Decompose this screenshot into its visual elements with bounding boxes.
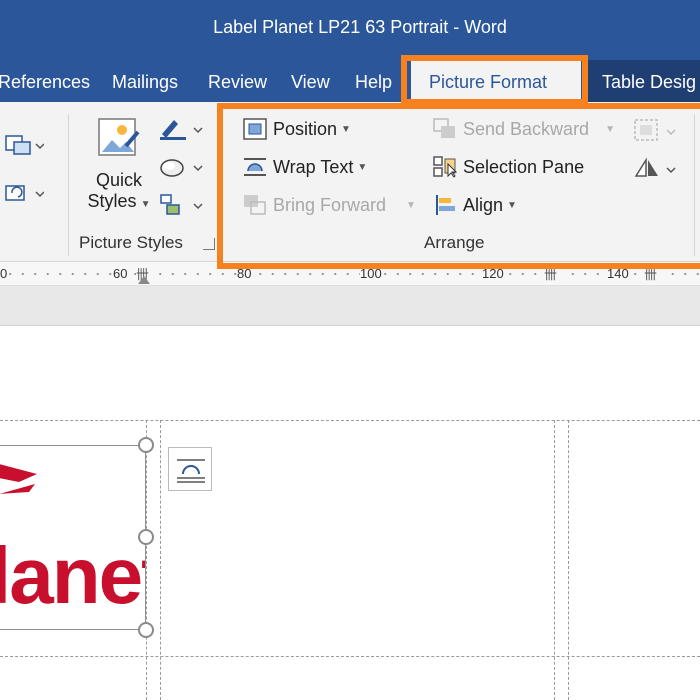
tab-review[interactable]: Review: [208, 60, 267, 102]
wrap-text-label: Wrap Text: [273, 156, 354, 177]
chevron-down-icon: ▼: [605, 123, 615, 135]
chevron-down-icon: ▼: [140, 199, 151, 210]
send-backward-label: Send Backward: [463, 118, 590, 139]
align-label: Align: [463, 194, 504, 215]
horizontal-ruler[interactable]: 0 60 卌 80 100 120 卌 140 卌: [0, 262, 700, 286]
rotate-objects-icon[interactable]: [633, 156, 679, 182]
bring-forward-icon: [243, 194, 267, 216]
tab-mailings[interactable]: Mailings: [112, 60, 178, 102]
ruler-label: 120: [482, 266, 504, 281]
ruler-label: 60: [113, 266, 128, 281]
ruler-ticks: [0, 269, 700, 279]
change-picture-icon[interactable]: [4, 132, 45, 158]
table-gridline: [568, 420, 569, 700]
indent-marker-icon[interactable]: [138, 276, 150, 284]
send-backward-icon: [433, 118, 457, 140]
group-divider: [694, 114, 695, 256]
reset-picture-icon[interactable]: [4, 180, 45, 206]
align-icon: [433, 194, 457, 216]
table-gridline: [0, 420, 700, 421]
ribbon-tabs: References Mailings Review View Help Pic…: [0, 60, 700, 102]
title-bar: Label Planet LP21 63 Portrait - Word: [0, 0, 700, 60]
chevron-down-icon: ▼: [357, 161, 368, 173]
quick-styles-button[interactable]: Quick Styles ▼: [86, 116, 152, 226]
column-marker-icon[interactable]: 卌: [644, 268, 662, 282]
picture-border-icon[interactable]: [158, 116, 204, 142]
selection-pane-button[interactable]: Selection Pane: [433, 156, 584, 178]
selected-picture[interactable]: lanet: [0, 445, 146, 630]
position-icon: [243, 118, 267, 140]
dialog-launcher-icon[interactable]: [203, 238, 215, 250]
ruler-label: 80: [237, 266, 252, 281]
selection-pane-label: Selection Pane: [463, 156, 585, 177]
position-button[interactable]: Position ▼: [243, 118, 351, 140]
logo-swoosh-icon: [0, 464, 37, 494]
align-button[interactable]: Align ▼: [433, 194, 517, 216]
picture-layout-icon[interactable]: [158, 192, 204, 218]
tab-view[interactable]: View: [291, 60, 330, 102]
document-margin-area: [0, 286, 700, 326]
wrap-text-button[interactable]: Wrap Text ▼: [243, 156, 367, 178]
tab-references[interactable]: References: [0, 60, 90, 102]
column-marker-icon[interactable]: 卌: [544, 268, 562, 282]
tab-table-design[interactable]: Table Desig: [588, 60, 700, 102]
logo-text: lanet: [0, 531, 145, 620]
resize-handle[interactable]: [138, 622, 154, 638]
bring-forward-button[interactable]: Bring Forward ▼: [243, 194, 416, 216]
tab-picture-format[interactable]: Picture Format: [411, 60, 581, 102]
ribbon: Quick Styles ▼ Picture Styles Position ▼ W…: [0, 102, 700, 262]
selection-pane-icon: [433, 156, 458, 178]
picture-styles-group-label: Picture Styles: [79, 233, 183, 252]
picture-effects-icon[interactable]: [158, 154, 204, 180]
group-objects-icon[interactable]: [633, 118, 679, 144]
layout-options-icon: [177, 459, 205, 483]
ruler-label: 0: [0, 266, 8, 281]
table-gridline: [146, 420, 147, 700]
chevron-down-icon: ▼: [406, 199, 416, 211]
quick-styles-icon: [96, 116, 142, 162]
table-gridline: [0, 656, 700, 657]
layout-options-button[interactable]: [168, 447, 212, 491]
arrange-group-label: Arrange: [424, 233, 485, 252]
quick-styles-label-2: Styles: [87, 191, 137, 211]
resize-handle[interactable]: [138, 529, 154, 545]
wrap-text-icon: [243, 156, 267, 178]
bring-forward-label: Bring Forward: [273, 194, 387, 215]
ruler-label: 100: [360, 266, 382, 281]
quick-styles-label-1: Quick: [95, 170, 142, 190]
table-gridline: [160, 420, 161, 700]
group-divider: [68, 114, 69, 256]
position-label: Position: [273, 118, 338, 139]
chevron-down-icon: ▼: [341, 123, 351, 135]
table-gridline: [554, 420, 555, 700]
tab-help[interactable]: Help: [355, 60, 392, 102]
resize-handle[interactable]: [138, 437, 154, 453]
chevron-down-icon: ▼: [507, 199, 517, 211]
ruler-label: 140: [607, 266, 629, 281]
send-backward-button[interactable]: Send Backward ▼: [433, 118, 615, 140]
window-title: Label Planet LP21 63 Portrait - Word: [213, 17, 507, 37]
